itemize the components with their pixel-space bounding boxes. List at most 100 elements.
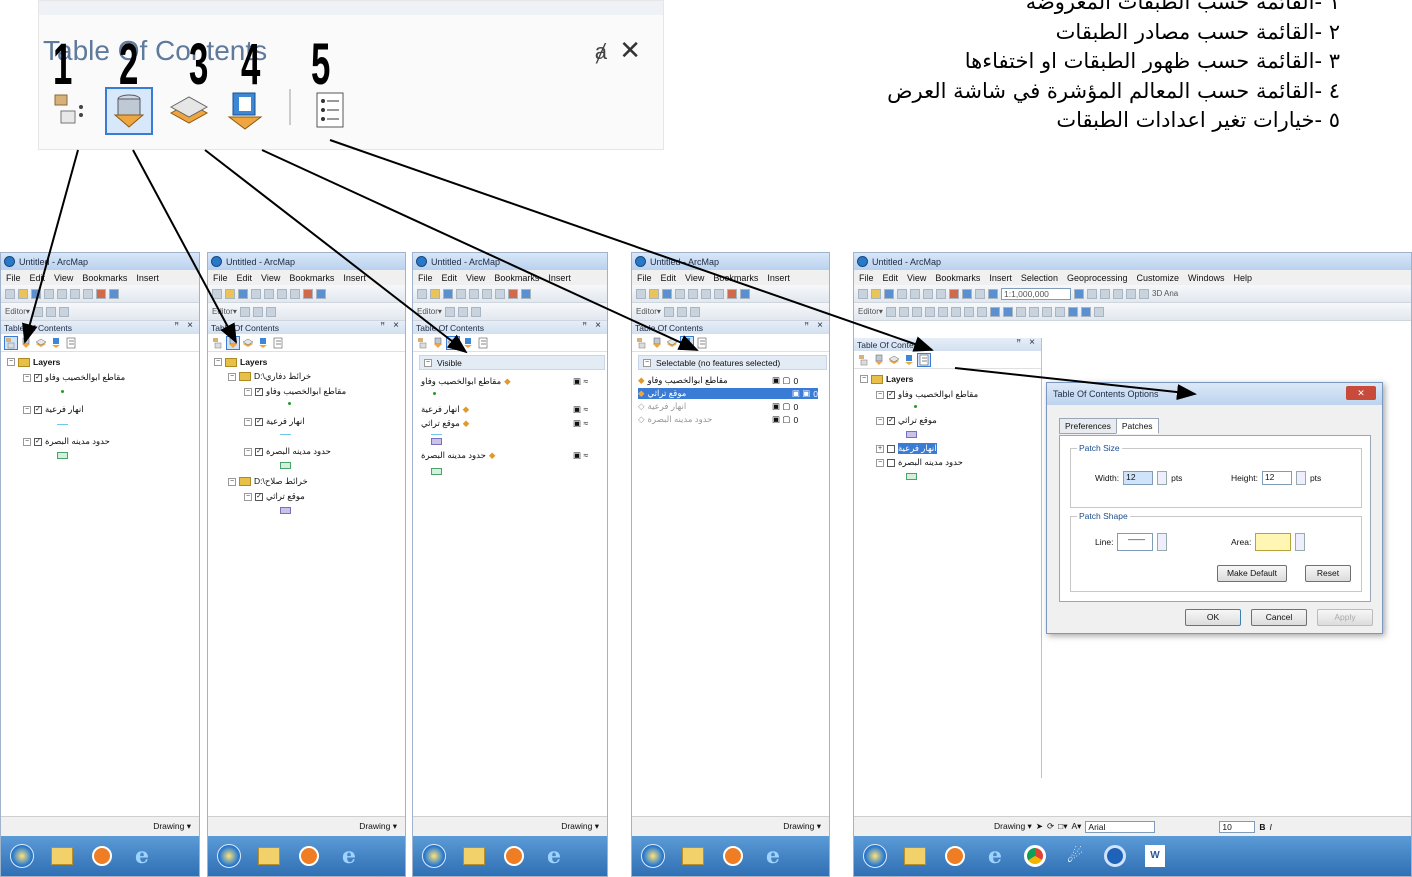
back-icon[interactable] — [1067, 306, 1078, 317]
word-button[interactable]: W — [1140, 841, 1170, 871]
layers-root[interactable]: − Layers — [214, 357, 267, 367]
options-icon[interactable] — [696, 337, 708, 349]
save-icon[interactable] — [443, 288, 453, 299]
visibility-checkbox[interactable]: ✓ — [887, 416, 895, 425]
select-toggle-icon[interactable]: ▣ ▢ — [772, 401, 790, 412]
layer-row[interactable]: ◆ مقاطع ابوالخصيب وفاو — [638, 375, 728, 386]
undo-icon[interactable] — [109, 288, 119, 299]
explorer-button[interactable] — [47, 841, 77, 871]
collapse-icon[interactable]: − — [23, 373, 31, 382]
visibility-checkbox[interactable]: ✓ — [255, 492, 263, 501]
split-icon[interactable] — [950, 306, 961, 317]
chevron-down-icon[interactable] — [1157, 533, 1168, 551]
menu-file[interactable]: File — [418, 273, 433, 283]
delete-icon[interactable] — [949, 288, 959, 299]
menu-file[interactable]: File — [6, 273, 21, 283]
drawing-menu[interactable]: Drawing ▾ — [153, 821, 191, 832]
menu-geoprocessing[interactable]: Geoprocessing — [1067, 273, 1128, 283]
print-icon[interactable] — [675, 288, 685, 299]
menu-edit[interactable]: Edit — [442, 273, 458, 283]
zoom-out-icon[interactable] — [1002, 306, 1013, 317]
expand-icon[interactable]: + — [876, 444, 884, 453]
paste-icon[interactable] — [83, 288, 93, 299]
height-spinner[interactable] — [1295, 471, 1306, 485]
collapse-icon[interactable]: − — [23, 437, 31, 446]
save-icon[interactable] — [884, 288, 894, 299]
print-icon[interactable] — [897, 288, 907, 299]
tab-patches[interactable]: Patches — [1115, 418, 1159, 434]
visibility-checkbox[interactable]: ✓ — [255, 447, 263, 456]
new-icon[interactable] — [5, 288, 15, 299]
scale-combo[interactable]: 1:1,000,000 — [1001, 287, 1071, 300]
width-input[interactable]: 12 — [1123, 471, 1154, 485]
explorer-button[interactable] — [254, 841, 284, 871]
bold-button[interactable]: B — [1259, 822, 1265, 832]
cut-icon[interactable] — [469, 288, 479, 299]
new-icon[interactable] — [417, 288, 427, 299]
cut-polygon-icon[interactable] — [937, 306, 948, 317]
width-spinner[interactable] — [1157, 471, 1168, 485]
print-icon[interactable] — [251, 288, 261, 299]
layer-row[interactable]: − حدود مدينه البصرة — [876, 457, 963, 468]
layer-row[interactable]: − ✓ موقع تراثي — [876, 415, 937, 426]
arctoolbox-icon[interactable] — [1126, 288, 1136, 299]
explorer-button[interactable] — [900, 841, 930, 871]
collapse-icon[interactable]: − — [7, 358, 15, 366]
explorer-button[interactable] — [678, 841, 708, 871]
font-color-icon[interactable]: A▾ — [1071, 821, 1081, 832]
collapse-icon[interactable]: − — [244, 417, 252, 426]
explorer-button[interactable] — [459, 841, 489, 871]
edit-tool-icon[interactable] — [32, 306, 43, 317]
open-icon[interactable] — [871, 288, 881, 299]
layer-row[interactable]: − ✓ مقاطع ابوالخصيب وفاو — [876, 389, 978, 400]
menu-bookmarks[interactable]: Bookmarks — [713, 273, 758, 283]
collapse-icon[interactable]: − — [214, 358, 222, 366]
pin-icon[interactable]: ꟸ — [174, 321, 179, 330]
close-icon[interactable]: × — [187, 320, 193, 331]
edit-tool-icon[interactable] — [239, 306, 250, 317]
collapse-icon[interactable]: − — [424, 358, 432, 367]
save-icon[interactable] — [31, 288, 41, 299]
menu-view[interactable]: View — [261, 273, 280, 283]
select-elements-icon[interactable]: ➤ — [1036, 821, 1043, 832]
editor-menu[interactable]: Editor▾ — [417, 307, 442, 316]
list-by-drawing-order-icon[interactable] — [417, 337, 429, 349]
paste-icon[interactable] — [714, 288, 724, 299]
layer-state-icons[interactable]: ▣ ▢ 0 — [772, 414, 798, 425]
list-by-selection-icon[interactable] — [50, 337, 62, 349]
editor-menu[interactable]: Editor▾ — [858, 307, 883, 316]
menu-bookmarks[interactable]: Bookmarks — [494, 273, 539, 283]
menu-insert[interactable]: Insert — [343, 273, 366, 283]
select-features-icon[interactable] — [1093, 306, 1104, 317]
layer-row[interactable]: − ✓ حدود مدينه البصرة — [244, 446, 331, 457]
menu-edit[interactable]: Edit — [30, 273, 46, 283]
rotate-icon[interactable] — [963, 306, 974, 317]
collapse-icon[interactable]: − — [228, 477, 236, 486]
menu-customize[interactable]: Customize — [1137, 273, 1180, 283]
pin-icon[interactable]: ⱥ — [595, 39, 607, 65]
list-by-visibility-icon[interactable] — [888, 354, 900, 366]
paste-icon[interactable] — [290, 288, 300, 299]
list-by-visibility-icon[interactable] — [242, 337, 254, 349]
select-toggle-icon[interactable]: ▣ ▢ — [772, 375, 790, 386]
paste-icon[interactable] — [936, 288, 946, 299]
close-icon[interactable]: × — [393, 320, 399, 331]
tab-preferences[interactable]: Preferences — [1059, 418, 1117, 434]
visibility-checkbox[interactable]: ✓ — [34, 437, 42, 446]
start-button[interactable] — [214, 841, 244, 871]
python-icon[interactable] — [1139, 288, 1149, 299]
edit-vertices-icon[interactable] — [911, 306, 922, 317]
ok-button[interactable]: OK — [1185, 609, 1241, 626]
close-icon[interactable]: ✕ — [619, 35, 641, 66]
select-toggle-icon[interactable]: ▣ ▢ — [772, 414, 790, 425]
menu-file[interactable]: File — [213, 273, 228, 283]
collapse-icon[interactable]: − — [876, 416, 884, 425]
cut-icon[interactable] — [910, 288, 920, 299]
sketch-tool-icon[interactable] — [676, 306, 687, 317]
menu-view[interactable]: View — [466, 273, 485, 283]
close-icon[interactable]: × — [817, 320, 823, 331]
list-by-source-icon[interactable] — [651, 337, 663, 349]
select-toggle-icon[interactable]: ▣ ▣ — [792, 388, 810, 399]
list-by-drawing-order-icon[interactable] — [4, 335, 18, 350]
sketch-tool-icon[interactable] — [45, 306, 56, 317]
